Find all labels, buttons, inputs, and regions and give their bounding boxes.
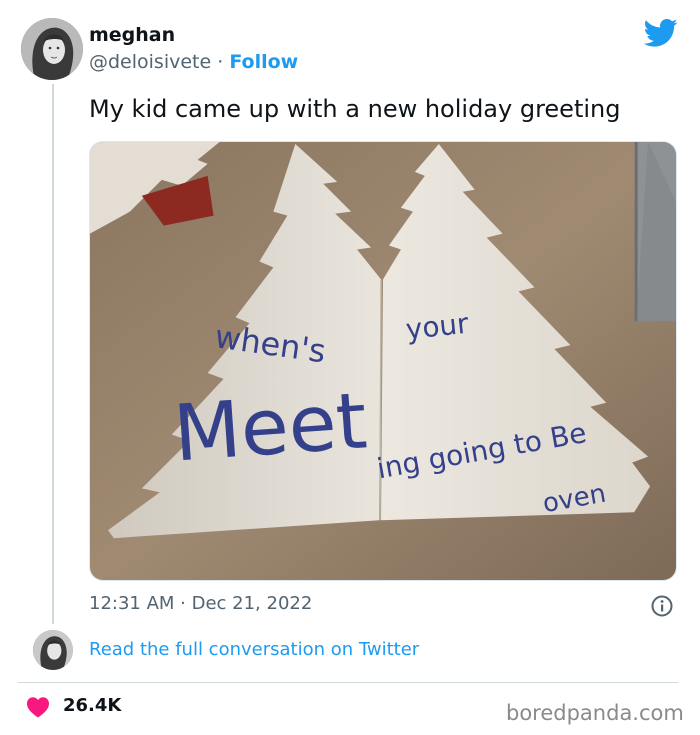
- tweet-text: My kid came up with a new holiday greeti…: [89, 95, 621, 123]
- thread-connector-line: [52, 84, 54, 624]
- tweet-photo[interactable]: when's your Meet ing going to Be oven: [89, 141, 677, 581]
- avatar-small-portrait: [33, 630, 73, 670]
- read-conversation-link[interactable]: Read the full conversation on Twitter: [89, 639, 419, 660]
- avatar-small[interactable]: [33, 630, 73, 670]
- handwriting-line2: Meet: [171, 376, 370, 479]
- watermark: boredpanda.com: [506, 701, 684, 725]
- divider: [18, 682, 678, 683]
- card-photo: when's your Meet ing going to Be oven: [90, 142, 676, 580]
- avatar-portrait: [21, 18, 83, 80]
- display-name[interactable]: meghan: [89, 24, 175, 46]
- info-icon[interactable]: [651, 595, 673, 617]
- tweet-timestamp[interactable]: 12:31 AM · Dec 21, 2022: [89, 593, 312, 614]
- avatar[interactable]: [21, 18, 83, 80]
- handwriting-line1b: your: [404, 307, 470, 346]
- like-count[interactable]: 26.4K: [63, 695, 121, 716]
- heart-icon[interactable]: [26, 696, 50, 718]
- user-meta: @deloisivete · Follow: [89, 51, 298, 73]
- meta-separator: ·: [211, 51, 230, 73]
- follow-button[interactable]: Follow: [229, 51, 298, 73]
- twitter-bird-icon[interactable]: [644, 18, 678, 48]
- user-handle[interactable]: @deloisivete: [89, 51, 211, 73]
